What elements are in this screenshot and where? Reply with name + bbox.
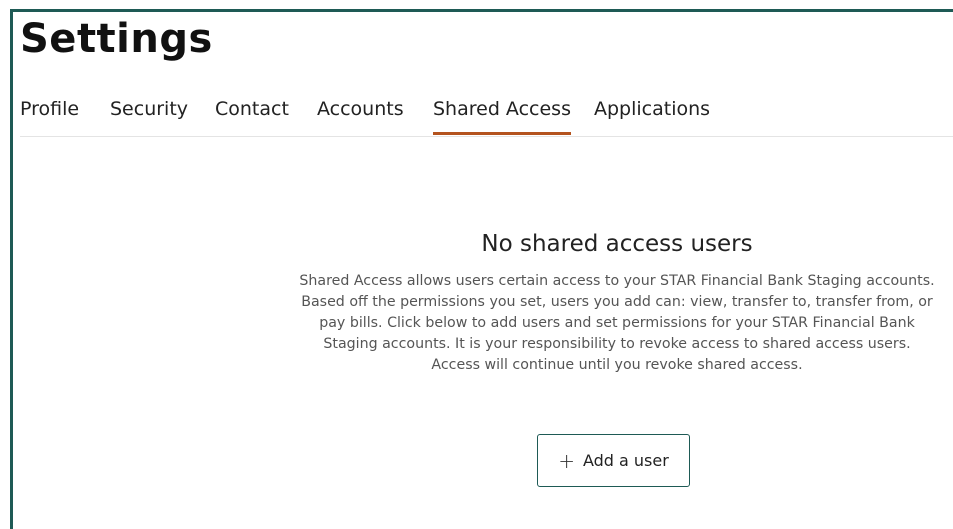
- empty-state-description: Shared Access allows users certain acces…: [299, 273, 935, 373]
- empty-state-title: No shared access users: [481, 231, 753, 257]
- add-user-button[interactable]: + Add a user: [537, 434, 690, 487]
- tab-contact[interactable]: Contact: [215, 95, 289, 123]
- add-user-label: Add a user: [582, 451, 669, 470]
- tab-accounts[interactable]: Accounts: [317, 95, 404, 123]
- tab-applications[interactable]: Applications: [594, 95, 710, 123]
- page-title: Settings: [20, 16, 213, 62]
- empty-state: No shared access users Shared Access all…: [293, 227, 941, 376]
- plus-icon: +: [558, 448, 575, 473]
- settings-panel: Settings Profile Security Contact Accoun…: [10, 9, 953, 529]
- tab-profile[interactable]: Profile: [20, 95, 79, 123]
- settings-tabs: Profile Security Contact Accounts Shared…: [20, 95, 953, 137]
- tab-shared-access[interactable]: Shared Access: [433, 95, 571, 135]
- tab-security[interactable]: Security: [110, 95, 188, 123]
